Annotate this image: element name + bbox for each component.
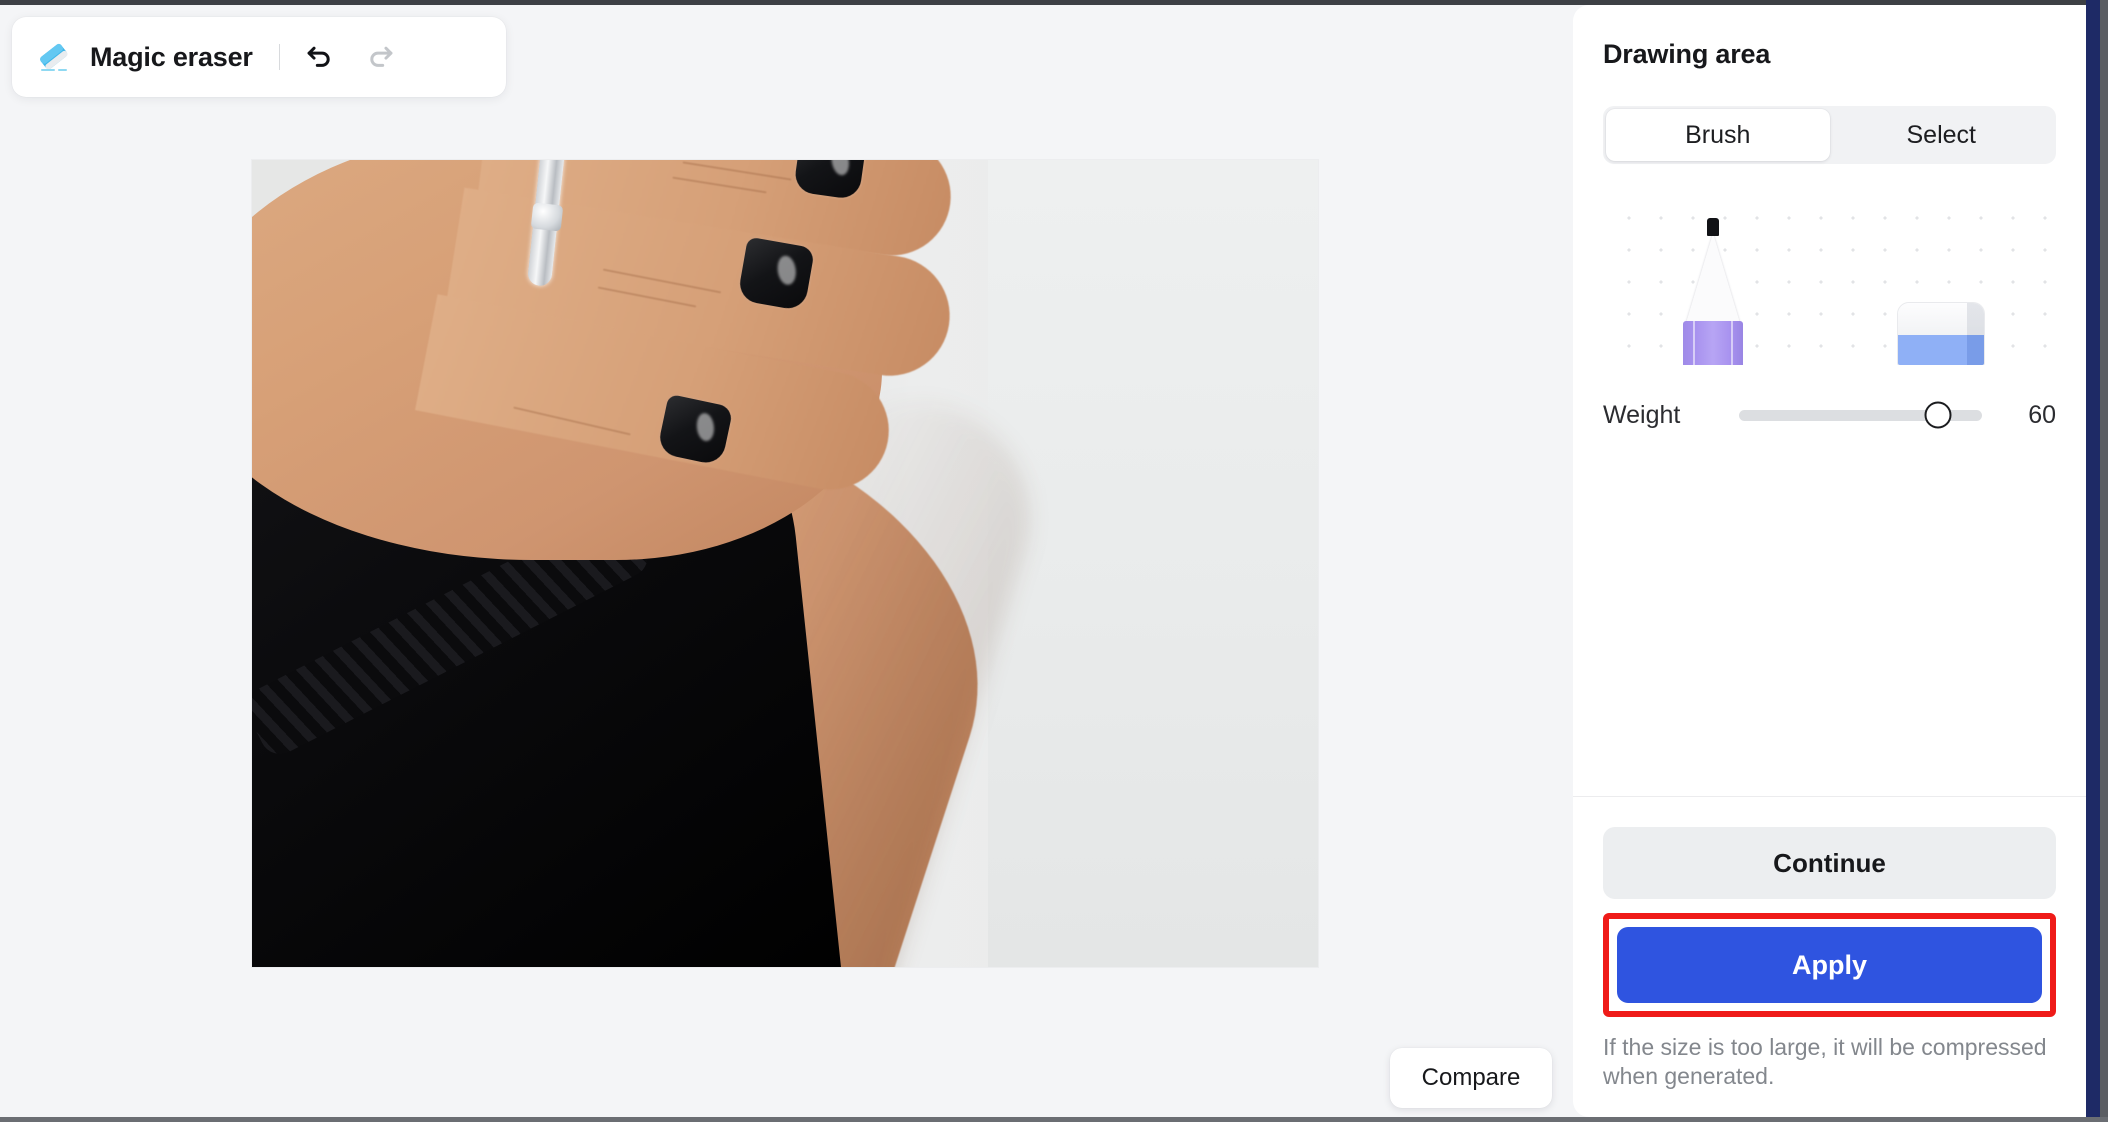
- editor-toolbar: Magic eraser: [12, 17, 506, 97]
- panel-title: Drawing area: [1603, 39, 1771, 69]
- brush-preview-area[interactable]: [1603, 190, 2056, 365]
- image-canvas[interactable]: [252, 160, 1318, 967]
- mode-segmented-control[interactable]: Brush Select: [1603, 106, 2056, 164]
- editor-workspace: Magic eraser Compare: [0, 5, 1573, 1117]
- pen-cone: [1686, 233, 1740, 323]
- browser-chrome-right-edge: [2100, 0, 2108, 1122]
- redo-button[interactable]: [358, 34, 404, 80]
- undo-arrow-icon: [302, 39, 336, 76]
- undo-button[interactable]: [296, 34, 342, 80]
- background-window-edge: [2086, 0, 2100, 1122]
- compare-button[interactable]: Compare: [1390, 1048, 1552, 1108]
- page-root: Magic eraser Compare Drawing area Brush …: [0, 0, 2108, 1122]
- toolbar-divider: [278, 44, 280, 70]
- edited-photo: [252, 160, 1318, 967]
- tool-title: Magic eraser: [90, 41, 253, 72]
- pen-body: [1683, 321, 1743, 365]
- weight-slider[interactable]: [1739, 399, 1982, 431]
- weight-control-row: Weight 60: [1603, 399, 2056, 431]
- photo-nail: [736, 236, 816, 312]
- drawing-area-panel: Drawing area Brush Select Weight 60 Cont…: [1573, 5, 2086, 1117]
- pen-tip: [1707, 218, 1719, 236]
- panel-footer: Continue Apply If the size is too large,…: [1573, 797, 2086, 1117]
- photo-hand: [252, 160, 959, 560]
- eraser-side-face: [1966, 303, 1984, 365]
- photo-ring-gem: [530, 202, 564, 232]
- browser-chrome-bottom-edge: [0, 1117, 2108, 1122]
- redo-arrow-icon: [364, 39, 398, 76]
- weight-label: Weight: [1603, 400, 1681, 429]
- purple-pen-icon: [1683, 215, 1743, 365]
- apply-highlight-annotation: Apply: [1603, 913, 2056, 1018]
- apply-button[interactable]: Apply: [1617, 927, 2042, 1004]
- weight-slider-knob[interactable]: [1924, 401, 1952, 429]
- continue-button[interactable]: Continue: [1603, 827, 2056, 900]
- weight-value: 60: [2028, 400, 2056, 429]
- weight-slider-track[interactable]: [1739, 401, 1982, 429]
- blue-eraser-icon: [1898, 303, 1984, 365]
- panel-content: Drawing area Brush Select Weight 60: [1573, 5, 2086, 796]
- tab-select[interactable]: Select: [1830, 109, 2054, 161]
- eraser-icon: [34, 37, 74, 77]
- tab-brush[interactable]: Brush: [1606, 109, 1830, 161]
- photo-background-right: [988, 160, 1318, 967]
- compression-note: If the size is too large, it will be com…: [1603, 1034, 2047, 1090]
